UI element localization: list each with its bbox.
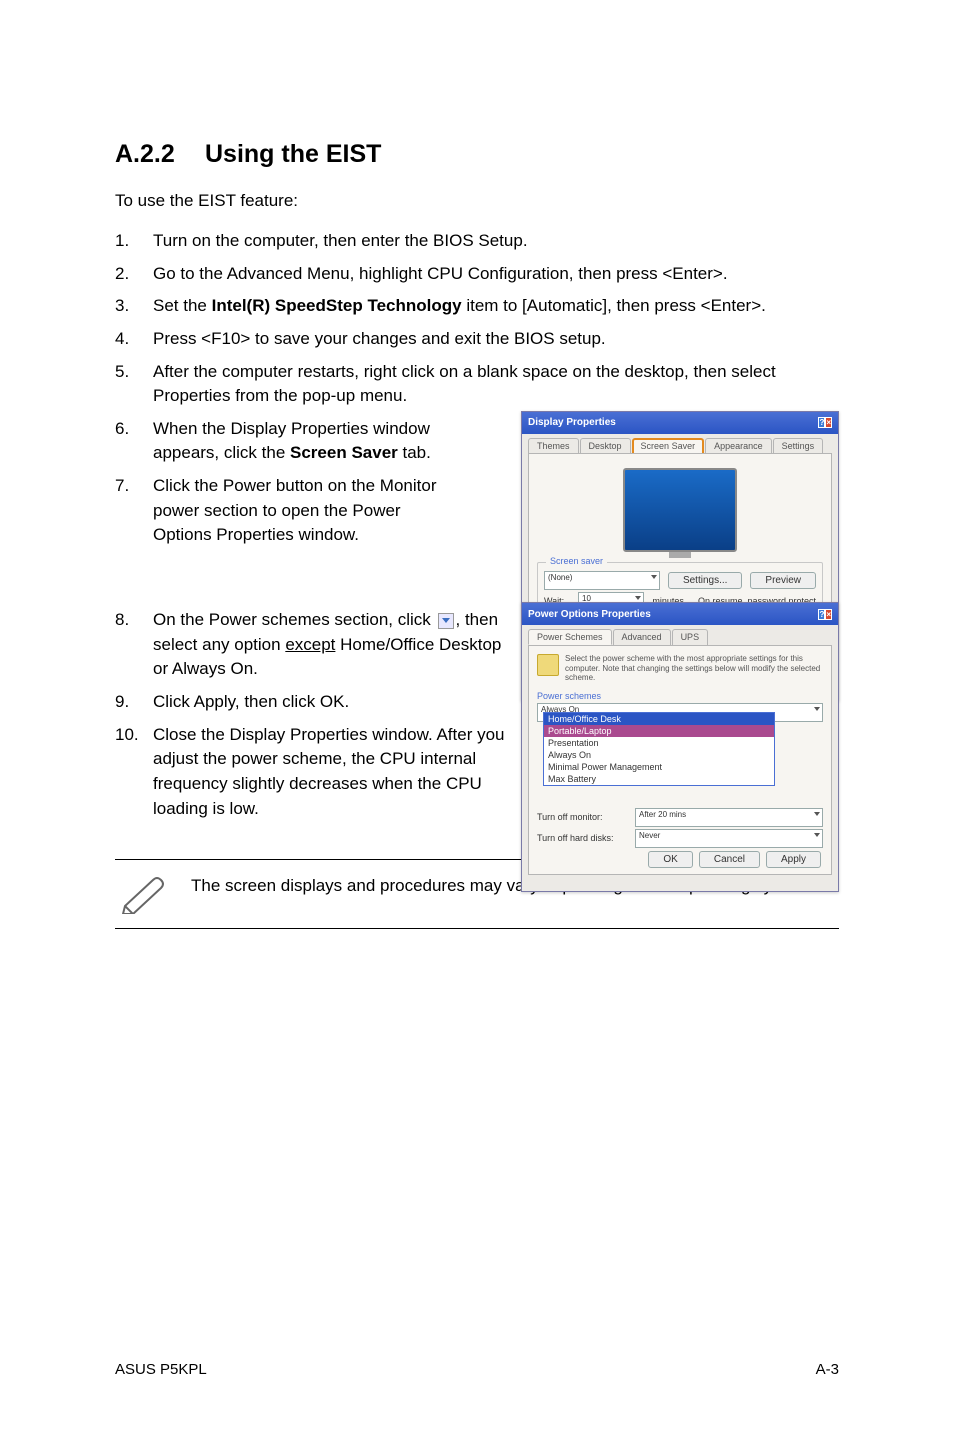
tab-settings[interactable]: Settings	[773, 438, 824, 453]
opt-always-on[interactable]: Always On	[544, 749, 774, 761]
tab-appearance[interactable]: Appearance	[705, 438, 772, 453]
steps-list-810: 8.On the Power schemes section, click , …	[115, 608, 505, 821]
section-number: A.2.2	[115, 140, 205, 169]
step-text: After the computer restarts, right click…	[153, 360, 839, 409]
dlg1-tabs: Themes Desktop Screen Saver Appearance S…	[522, 434, 838, 453]
step-text: On the Power schemes section, click , th…	[153, 608, 505, 682]
tab-desktop[interactable]: Desktop	[580, 438, 631, 453]
dlg2-tabs: Power Schemes Advanced UPS	[522, 625, 838, 645]
step-num: 6.	[115, 417, 153, 466]
step-text: Press <F10> to save your changes and exi…	[153, 327, 839, 352]
opt-home-office[interactable]: Home/Office Desk	[544, 713, 774, 725]
preview-button[interactable]: Preview	[750, 572, 816, 589]
steps-list: 1.Turn on the computer, then enter the B…	[115, 229, 839, 409]
note-pencil-icon	[119, 874, 167, 914]
section-heading: A.2.2Using the EIST	[115, 140, 839, 169]
opt-presentation[interactable]: Presentation	[544, 737, 774, 749]
settings-button[interactable]: Settings...	[668, 572, 742, 589]
step-num: 4.	[115, 327, 153, 352]
opt-max-battery[interactable]: Max Battery	[544, 773, 774, 785]
step-num: 3.	[115, 294, 153, 319]
cancel-button[interactable]: Cancel	[699, 851, 760, 868]
monitor-preview	[623, 468, 737, 552]
step-num: 9.	[115, 690, 153, 715]
tab-advanced[interactable]: Advanced	[613, 629, 671, 645]
scheme-dropdown-open[interactable]: Home/Office Desk Portable/Laptop Present…	[543, 712, 775, 786]
hd-off-select[interactable]: Never	[635, 829, 823, 848]
steps-list-67: 6.When the Display Properties window app…	[115, 417, 455, 548]
apply-button[interactable]: Apply	[766, 851, 821, 868]
tab-screen-saver[interactable]: Screen Saver	[632, 438, 705, 453]
chevron-down-icon	[438, 613, 454, 629]
footer-left: ASUS P5KPL	[115, 1361, 207, 1378]
screensaver-select[interactable]: (None)	[544, 571, 660, 590]
step-text: Click Apply, then click OK.	[153, 690, 505, 715]
power-icon	[537, 654, 559, 676]
power-options-screenshot: Power Options Properties?× Power Schemes…	[521, 602, 839, 892]
step-num: 5.	[115, 360, 153, 409]
monitor-off-select[interactable]: After 20 mins	[635, 808, 823, 827]
dlg2-title: Power Options Properties	[528, 609, 651, 620]
page-footer: ASUS P5KPL A-3	[115, 1361, 839, 1378]
tab-themes[interactable]: Themes	[528, 438, 579, 453]
step-text: Close the Display Properties window. Aft…	[153, 723, 505, 822]
step-text: Turn on the computer, then enter the BIO…	[153, 229, 839, 254]
footer-right: A-3	[816, 1361, 839, 1378]
intro-text: To use the EIST feature:	[115, 191, 839, 211]
section-title: Using the EIST	[205, 140, 381, 168]
step-text: Set the Intel(R) SpeedStep Technology it…	[153, 294, 839, 319]
step-num: 1.	[115, 229, 153, 254]
opt-minimal[interactable]: Minimal Power Management	[544, 761, 774, 773]
ok-button[interactable]: OK	[648, 851, 692, 868]
step-text: Click the Power button on the Monitor po…	[153, 474, 455, 548]
opt-portable[interactable]: Portable/Laptop	[544, 725, 774, 737]
grp-screensaver: Screen saver	[546, 556, 607, 566]
tab-ups[interactable]: UPS	[672, 629, 709, 645]
step-num: 8.	[115, 608, 153, 682]
step-num: 2.	[115, 262, 153, 287]
grp-power-schemes: Power schemes	[537, 691, 823, 701]
step-text: When the Display Properties window appea…	[153, 417, 455, 466]
step-num: 7.	[115, 474, 153, 548]
close-icon[interactable]: ×	[825, 609, 832, 620]
dlg1-title: Display Properties	[528, 417, 616, 428]
step-text: Go to the Advanced Menu, highlight CPU C…	[153, 262, 839, 287]
step-num: 10.	[115, 723, 153, 822]
close-icon[interactable]: ×	[825, 417, 832, 428]
tab-power-schemes[interactable]: Power Schemes	[528, 629, 612, 645]
